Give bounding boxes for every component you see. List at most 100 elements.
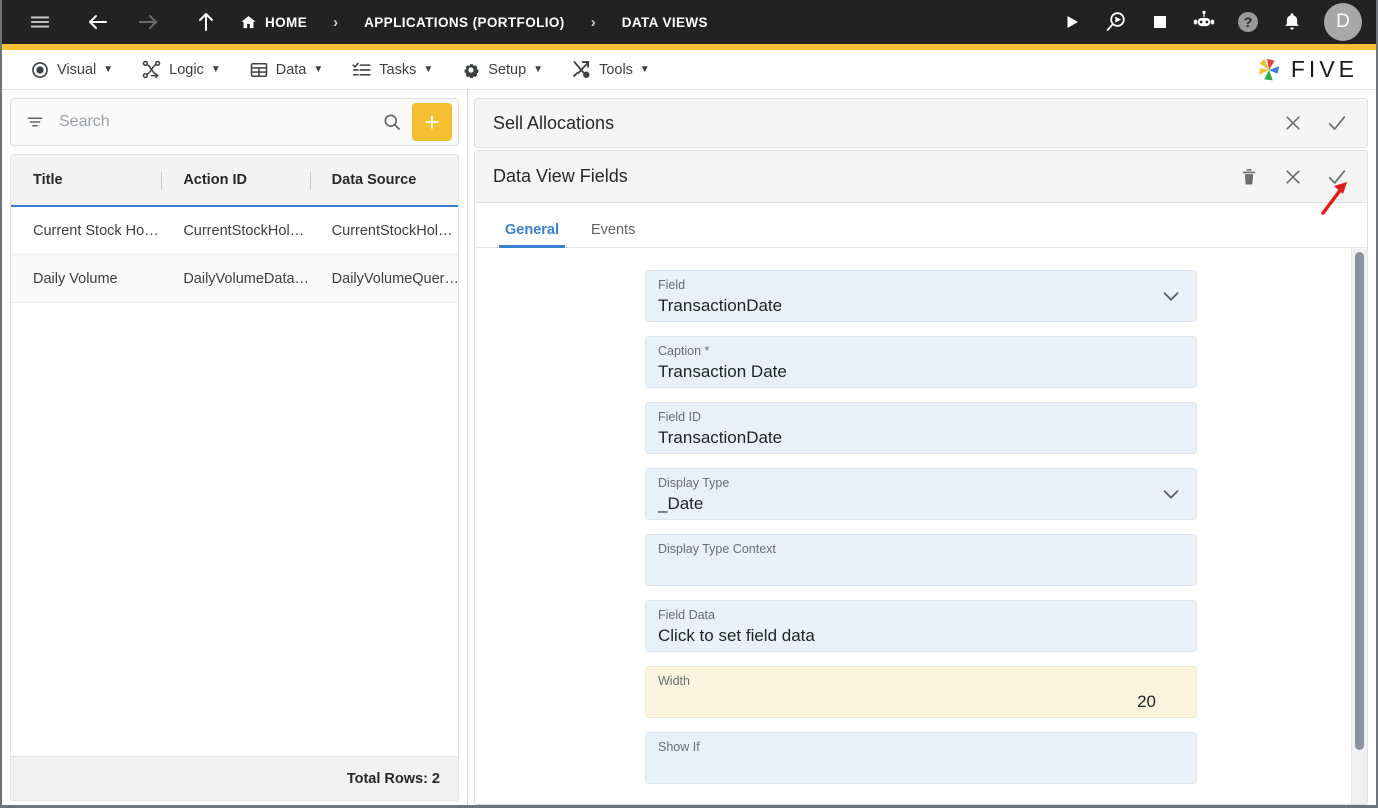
scrollbar-thumb[interactable] — [1355, 252, 1364, 750]
help-circle-icon[interactable]: ? — [1228, 2, 1268, 42]
field-value: TransactionDate — [658, 428, 783, 447]
field-label: Display Type Context — [658, 542, 776, 556]
svg-text:?: ? — [1244, 14, 1253, 30]
field-label: Field — [658, 278, 686, 292]
breadcrumb-item-applications[interactable]: APPLICATIONS (PORTFOLIO) — [360, 15, 569, 30]
field-value: TransactionDate — [658, 296, 783, 315]
menu-label-tools: Tools — [599, 61, 633, 78]
arrow-up-icon[interactable] — [186, 2, 226, 42]
avatar[interactable]: D — [1324, 3, 1362, 41]
field-show-if[interactable]: Show If — [645, 732, 1197, 784]
column-header-title[interactable]: Title — [11, 155, 161, 205]
cell-action-id: CurrentStockHol… — [183, 222, 305, 239]
search-icon[interactable] — [372, 112, 412, 132]
breadcrumb-item-data-views[interactable]: DATA VIEWS — [618, 15, 712, 30]
brand-logo: FIVE — [1254, 55, 1358, 85]
records-grid: Title Action ID Data Source Current Stoc… — [10, 154, 459, 801]
tab-general[interactable]: General — [489, 222, 575, 248]
tools-cross-icon — [571, 59, 592, 80]
five-pinwheel-logo — [1254, 55, 1284, 85]
section-title: Data View Fields — [493, 166, 628, 186]
tab-events[interactable]: Events — [575, 222, 651, 247]
trash-icon[interactable] — [1229, 157, 1269, 197]
topbar-nav-controls — [20, 2, 226, 42]
chevron-down-icon[interactable] — [1160, 483, 1182, 505]
search-input[interactable] — [45, 113, 372, 131]
field-label: Show If — [658, 740, 700, 754]
menu-item-tools[interactable]: Tools ▼ — [557, 50, 664, 89]
table-row[interactable]: Daily Volume DailyVolumeData… DailyVolum… — [11, 255, 458, 303]
menu-item-tasks[interactable]: Tasks ▼ — [337, 50, 447, 89]
chevron-down-icon: ▼ — [639, 64, 650, 75]
field-label: Field Data — [658, 608, 715, 622]
chevron-down-icon: ▼ — [313, 64, 324, 75]
filter-icon[interactable] — [25, 112, 45, 132]
field-label: Field ID — [658, 410, 702, 424]
left-panel-spacer — [2, 801, 467, 805]
application-window: HOME › APPLICATIONS (PORTFOLIO) › DATA V… — [0, 0, 1378, 808]
search-bar: + — [10, 98, 459, 146]
menu-label-data: Data — [275, 61, 307, 78]
chevron-down-icon: ▼ — [103, 64, 114, 75]
hamburger-menu-icon[interactable] — [20, 2, 60, 42]
chevron-down-icon: ▼ — [210, 64, 221, 75]
column-header-action-id[interactable]: Action ID — [161, 155, 309, 205]
arrow-left-icon[interactable] — [78, 2, 118, 42]
menu-label-logic: Logic — [169, 61, 204, 78]
column-header-data-source[interactable]: Data Source — [309, 155, 458, 205]
menu-item-visual[interactable]: Visual ▼ — [16, 50, 127, 89]
field-label: Width — [658, 674, 690, 688]
search-play-icon[interactable] — [1096, 2, 1136, 42]
breadcrumb-label-applications: APPLICATIONS (PORTFOLIO) — [364, 14, 565, 30]
field-value: Click to set field data — [658, 626, 815, 645]
total-rows-label: Total Rows: 2 — [11, 756, 458, 800]
field-field-id[interactable]: Field ID TransactionDate — [645, 402, 1197, 454]
field-caption[interactable]: Caption * Transaction Date — [645, 336, 1197, 388]
table-row[interactable]: Current Stock Ho… CurrentStockHol… Curre… — [11, 207, 458, 255]
menu-item-logic[interactable]: Logic ▼ — [127, 50, 235, 89]
field-field[interactable]: Field TransactionDate — [645, 270, 1197, 322]
vertical-scrollbar[interactable] — [1351, 248, 1367, 804]
play-icon[interactable] — [1052, 2, 1092, 42]
field-display-type-context[interactable]: Display Type Context — [645, 534, 1197, 586]
breadcrumb-separator: › — [590, 13, 596, 31]
left-list-panel: + Title Action ID Data Source Current St… — [2, 90, 468, 805]
field-field-data[interactable]: Field Data Click to set field data — [645, 600, 1197, 652]
close-icon[interactable] — [1273, 157, 1313, 197]
section-header-actions — [1229, 157, 1357, 197]
main-content: + Title Action ID Data Source Current St… — [2, 90, 1376, 805]
breadcrumb-label-home: HOME — [265, 14, 308, 30]
field-value: _Date — [658, 494, 704, 513]
menu-label-tasks: Tasks — [379, 61, 417, 78]
breadcrumb: HOME › APPLICATIONS (PORTFOLIO) › DATA V… — [236, 14, 712, 31]
chevron-down-icon: ▼ — [533, 64, 544, 75]
cell-title: Daily Volume — [33, 270, 118, 287]
menu-item-setup[interactable]: Setup ▼ — [447, 50, 557, 89]
close-icon[interactable] — [1273, 103, 1313, 143]
field-value: 20 — [1137, 692, 1156, 711]
field-display-type[interactable]: Display Type _Date — [645, 468, 1197, 520]
add-record-button[interactable]: + — [412, 103, 452, 141]
grid-header-row: Title Action ID Data Source — [11, 155, 458, 207]
data-view-fields-card: Data View Fields General Events Field Tr… — [474, 150, 1368, 805]
check-icon[interactable] — [1317, 103, 1357, 143]
bell-icon[interactable] — [1272, 2, 1312, 42]
table-grid-icon — [249, 60, 269, 80]
menu-label-setup: Setup — [488, 61, 527, 78]
form-column: Field TransactionDate Caption * Transact… — [645, 270, 1197, 784]
breadcrumb-item-home[interactable]: HOME — [236, 14, 311, 31]
robot-icon[interactable] — [1184, 2, 1224, 42]
breadcrumb-separator: › — [333, 13, 339, 31]
gear-icon — [461, 60, 481, 80]
check-icon[interactable] — [1317, 157, 1357, 197]
cell-action-id: DailyVolumeData… — [183, 270, 310, 287]
menu-item-data[interactable]: Data ▼ — [235, 50, 338, 89]
field-width[interactable]: Width 20 — [645, 666, 1197, 718]
stop-square-icon[interactable] — [1140, 2, 1180, 42]
chevron-down-icon[interactable] — [1160, 285, 1182, 307]
arrow-right-icon[interactable] — [128, 2, 168, 42]
chevron-down-icon: ▼ — [423, 64, 434, 75]
field-value: Transaction Date — [658, 362, 787, 381]
top-navigation-bar: HOME › APPLICATIONS (PORTFOLIO) › DATA V… — [2, 0, 1376, 44]
field-label: Caption * — [658, 344, 710, 358]
